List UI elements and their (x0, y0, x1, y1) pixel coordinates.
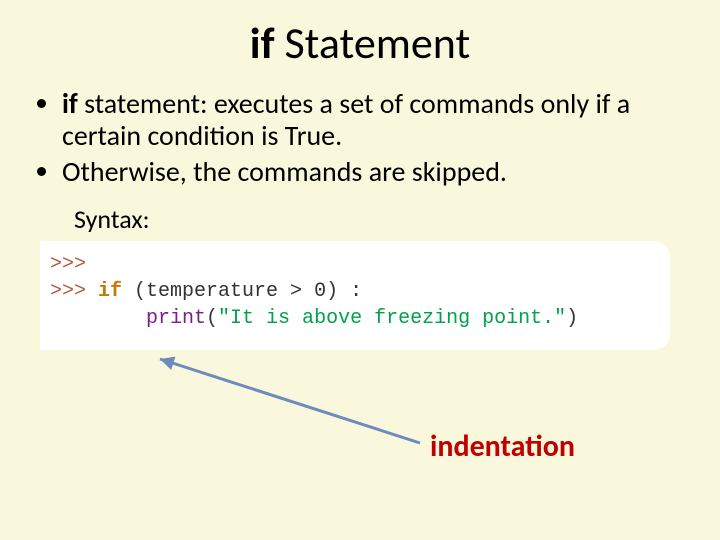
slide: if Statement if statement: executes a se… (0, 0, 720, 540)
arrow-icon (0, 0, 720, 540)
indentation-label: indentation (430, 428, 575, 465)
